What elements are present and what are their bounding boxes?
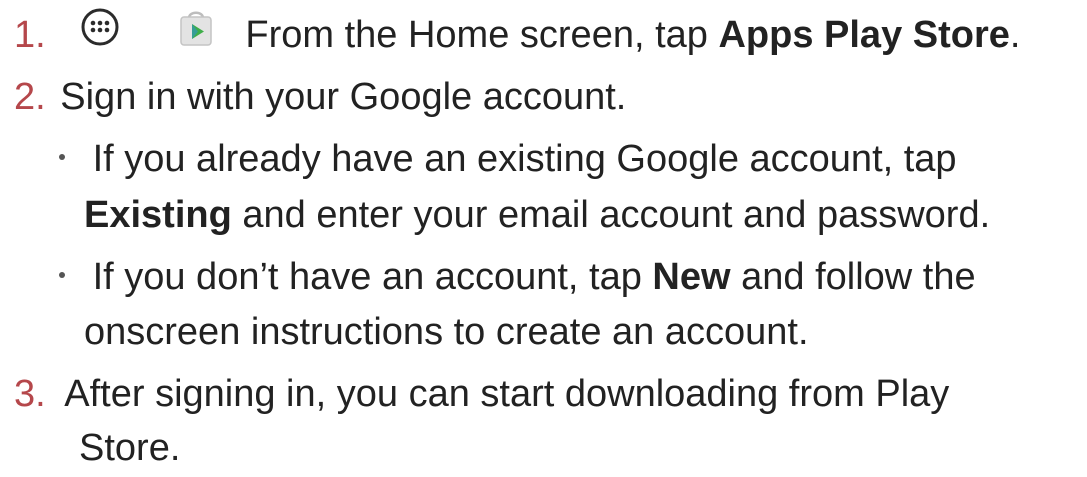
- bullet-2-text-line-2: onscreen instructions to create an accou…: [84, 311, 809, 353]
- step-2-text: Sign in with your Google account.: [60, 76, 627, 118]
- play-store-icon: [177, 7, 215, 59]
- bullet-1-text-line-1: If you already have an existing Google a…: [92, 138, 957, 180]
- bullet-2-line-1: If you don’t have an account, tap New an…: [59, 253, 976, 301]
- step-3-line-1: 3. After signing in, you can start downl…: [14, 370, 949, 418]
- bullet-1-text-line-2: and enter your email account and passwor…: [231, 194, 991, 236]
- bullet-2-line-2: onscreen instructions to create an accou…: [84, 308, 809, 356]
- bullet-2-text-after: and follow the: [730, 256, 976, 298]
- step-1-number: 1.: [14, 14, 46, 57]
- bullet-2-text-before: If you don’t have an account, tap: [92, 256, 653, 298]
- step-2-number: 2.: [14, 76, 46, 118]
- bullet-1-bold-text: Existing: [84, 194, 232, 236]
- bullet-1-line-1: If you already have an existing Google a…: [59, 135, 957, 183]
- step-1-text: From the Home screen, tap: [245, 14, 719, 57]
- step-3-line-2: Store.: [79, 424, 180, 472]
- step-1-bold-text: Apps Play Store: [718, 14, 1010, 57]
- bullet-1-line-2: Existing and enter your email account an…: [84, 191, 990, 239]
- step-3-text-line-1: After signing in, you can start download…: [64, 373, 950, 415]
- apps-icon: [80, 7, 120, 59]
- bullet-2-bold-text: New: [652, 256, 731, 298]
- bullet-dot: [59, 271, 65, 278]
- instructions-page: 1. From the Home screen, tap Apps Play S…: [0, 0, 1087, 477]
- step-3-text-line-2: Store.: [79, 427, 181, 469]
- step-1-text-end: .: [1009, 14, 1021, 57]
- step-3-number: 3.: [14, 373, 46, 415]
- bullet-dot: [59, 153, 65, 160]
- step-2: 2. Sign in with your Google account.: [14, 73, 626, 121]
- step-1: 1. From the Home screen, tap Apps Play S…: [14, 8, 1021, 59]
